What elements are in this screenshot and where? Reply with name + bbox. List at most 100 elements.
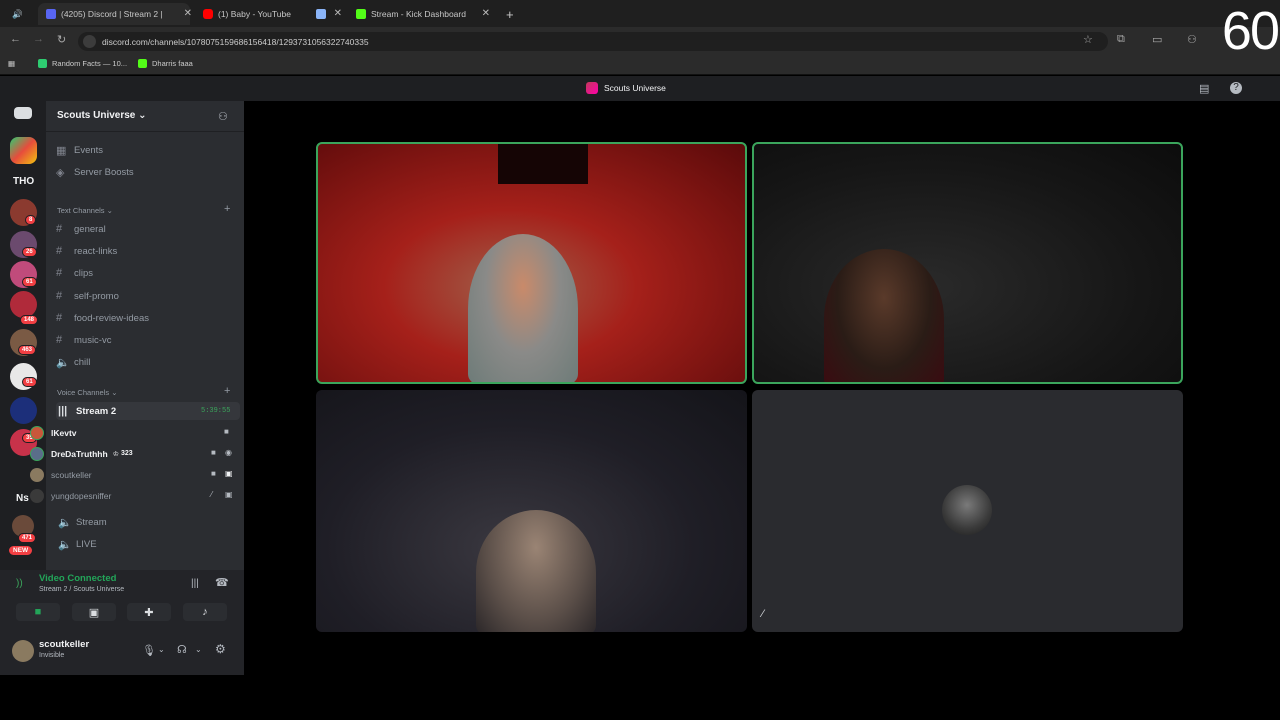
person-silhouette — [476, 510, 596, 632]
video-tile-lkevtv[interactable] — [316, 142, 747, 384]
connection-location[interactable]: Stream 2 / Scouts Universe — [39, 586, 124, 593]
profile-icon[interactable]: ⚇ — [1187, 33, 1197, 46]
voice-channel-live[interactable]: 🔈 LIVE — [58, 535, 97, 553]
bookmark-favicon-icon — [38, 59, 47, 68]
hash-icon: # — [56, 290, 63, 302]
divider — [46, 131, 244, 132]
fps-overlay-counter: 60 — [1221, 1, 1280, 61]
noise-suppression-icon[interactable]: ||| — [191, 578, 199, 589]
sidebar-item-server-boosts[interactable]: ◈ Server Boosts — [56, 163, 134, 181]
camera-icon: ■ — [224, 427, 229, 436]
user-avatar[interactable] — [12, 640, 34, 662]
avatar — [30, 488, 44, 503]
microphone-icon[interactable]: 🎙 — [142, 644, 156, 657]
settings-gear-icon[interactable]: ⚙ — [215, 642, 226, 656]
current-username[interactable]: scoutkeller — [39, 639, 89, 650]
signal-icon[interactable]: )) — [16, 578, 23, 589]
inbox-icon[interactable]: ▤ — [1199, 82, 1209, 95]
video-tile-scoutkeller[interactable] — [316, 390, 747, 632]
guild-name-button[interactable]: Scouts Universe ⌄ — [57, 110, 147, 121]
voice-timer: 5:39:55 — [201, 407, 231, 415]
mention-badge: 471 — [18, 533, 37, 543]
camera-toggle-button[interactable]: ■ — [16, 603, 60, 621]
close-tab-icon[interactable]: ✕ — [334, 8, 342, 19]
voice-user[interactable]: yungdopesniffer — [30, 487, 111, 504]
voice-channel-stream[interactable]: 🔈 Stream — [58, 513, 107, 531]
activities-button[interactable]: ✚ — [127, 603, 171, 621]
chevron-down-icon[interactable]: ⌄ — [195, 645, 202, 654]
connection-status[interactable]: Video Connected — [39, 573, 116, 584]
category-text-channels[interactable]: Text Channels ⌄ — [57, 206, 113, 215]
hash-icon: # — [56, 334, 63, 346]
mention-badge: 463 — [18, 345, 37, 355]
add-channel-icon[interactable]: + — [224, 203, 230, 215]
help-icon[interactable]: ? — [1230, 82, 1242, 94]
calendar-icon: ▦ — [56, 144, 67, 157]
headphones-icon[interactable]: ☊ — [177, 643, 187, 656]
bookmark-dharris[interactable]: Dharris faaa — [138, 59, 193, 68]
new-badge[interactable]: NEW — [8, 545, 34, 556]
server-label-tho[interactable]: THO — [13, 176, 34, 187]
voice-connection-panel — [0, 570, 244, 632]
discord-favicon-icon — [46, 9, 56, 19]
camera-icon: ■ — [211, 448, 216, 457]
close-tab-icon[interactable]: ✕ — [184, 8, 192, 19]
video-tile-yungdopesniffer[interactable]: ⁄ — [752, 390, 1183, 632]
mention-badge: 8 — [25, 215, 37, 225]
voice-user[interactable]: DreDaTruthhh ♔ 323 — [30, 445, 133, 462]
soundboard-icon: ♪ — [202, 606, 208, 618]
soundboard-button[interactable]: ♪ — [183, 603, 227, 621]
server-icon[interactable] — [10, 291, 37, 318]
disconnect-icon[interactable]: ☎ — [215, 576, 229, 589]
forward-icon[interactable]: → — [33, 33, 44, 45]
add-channel-icon[interactable]: + — [224, 385, 230, 397]
cast-icon[interactable]: ▭ — [1152, 33, 1162, 46]
tab-discord[interactable]: (4205) Discord | Stream 2 | ✕ — [38, 3, 192, 25]
url-field[interactable]: discord.com/channels/1078075159686156418… — [78, 32, 1108, 51]
hash-icon: # — [56, 245, 63, 257]
tab-kick[interactable]: Stream - Kick Dashboard ✕ — [348, 3, 496, 25]
close-tab-icon[interactable]: ✕ — [482, 8, 490, 19]
mention-badge: 148 — [20, 315, 39, 325]
channel-music-vc[interactable]: # music-vc — [56, 331, 111, 349]
boost-icon: ◈ — [56, 166, 65, 179]
channel-chill[interactable]: 🔈 chill — [56, 353, 90, 371]
muted-mic-icon: ⁄ — [762, 608, 764, 620]
speaker-icon: 🔈 — [58, 516, 72, 529]
channel-self-promo[interactable]: # self-promo — [56, 287, 119, 305]
voice-user[interactable]: lKevtv — [30, 424, 77, 441]
apps-grid-icon[interactable]: ▦ — [8, 59, 15, 68]
new-tab-button[interactable]: + — [506, 3, 514, 25]
category-voice-channels[interactable]: Voice Channels ⌄ — [57, 388, 118, 397]
voice-user[interactable]: scoutkeller — [30, 466, 92, 483]
server-label-ns[interactable]: Ns — [16, 493, 29, 504]
channel-general[interactable]: # general — [56, 220, 106, 238]
chevron-down-icon[interactable]: ⌄ — [158, 645, 165, 654]
tv-screen — [498, 144, 588, 184]
channel-food-review-ideas[interactable]: # food-review-ideas — [56, 309, 149, 327]
screen-share-button[interactable]: ▣ — [72, 603, 116, 621]
user-avatar — [942, 485, 992, 535]
invite-people-icon[interactable]: ⚇ — [218, 110, 228, 123]
video-camera-icon: ■ — [34, 606, 42, 618]
hash-icon: # — [56, 267, 63, 279]
video-tile-dredatruthhh[interactable] — [752, 142, 1183, 384]
server-icon[interactable] — [10, 397, 37, 424]
back-icon[interactable]: ← — [10, 33, 21, 45]
tab-generic[interactable]: ✕ — [308, 3, 348, 25]
tab-audio-icon[interactable]: 🔊 — [12, 3, 23, 25]
reload-icon[interactable]: ↻ — [57, 33, 66, 46]
channel-clips[interactable]: # clips — [56, 264, 93, 282]
bookmark-random-facts[interactable]: Random Facts — 10... — [38, 59, 127, 68]
extensions-icon[interactable]: ⧉ — [1117, 33, 1125, 46]
site-info-icon[interactable] — [83, 35, 96, 48]
speaker-icon: 🔈 — [56, 356, 70, 369]
channel-react-links[interactable]: # react-links — [56, 242, 117, 260]
address-bar: ← → ↻ discord.com/channels/1078075159686… — [0, 27, 1280, 55]
bookmark-star-icon[interactable]: ☆ — [1083, 33, 1093, 46]
youtube-favicon-icon — [203, 9, 213, 19]
discord-home-icon[interactable] — [14, 107, 32, 119]
activities-icon: ✚ — [144, 606, 154, 619]
sidebar-item-events[interactable]: ▦ Events — [56, 141, 103, 159]
server-icon[interactable] — [10, 137, 37, 164]
